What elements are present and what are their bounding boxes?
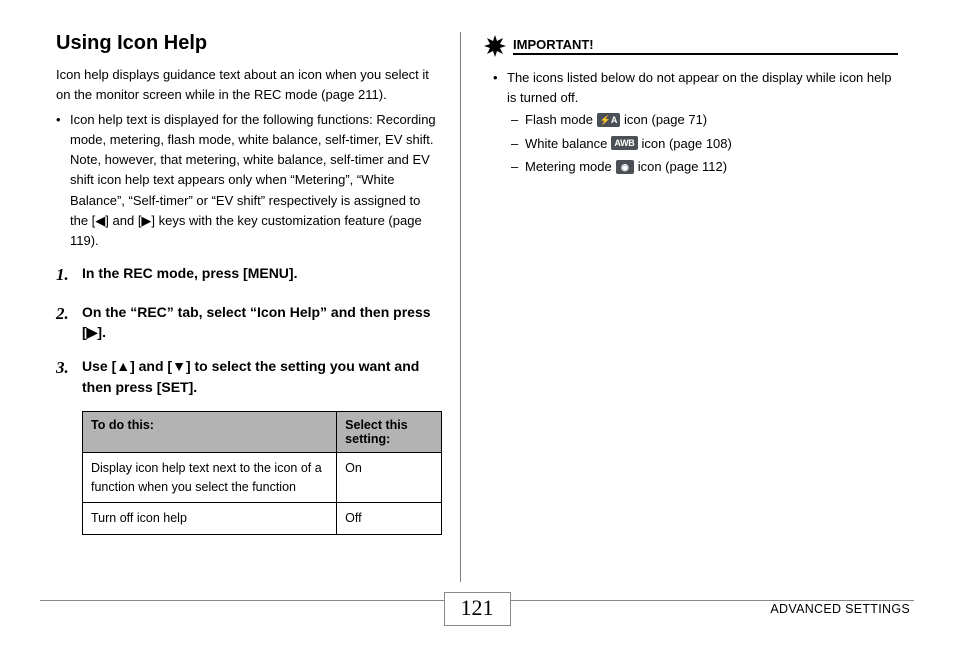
step-item: 3. Use [▲] and [▼] to select the setting… [56, 356, 442, 397]
step-text: Use [▲] and [▼] to select the setting yo… [82, 356, 442, 397]
list-item: – Flash mode ⚡A icon (page 71) [483, 108, 898, 131]
important-label: IMPORTANT! [513, 37, 898, 55]
step-text: On the “REC” tab, select “Icon Help” and… [82, 302, 442, 343]
bullet-item: • The icons listed below do not appear o… [483, 68, 898, 108]
item-ref: icon (page 108) [642, 132, 732, 155]
right-column: IMPORTANT! • The icons listed below do n… [461, 32, 938, 590]
important-header: IMPORTANT! [483, 34, 898, 58]
dash-icon: – [511, 108, 525, 131]
table-cell: Off [337, 503, 442, 535]
table-row: Display icon help text next to the icon … [83, 452, 442, 503]
table-header: To do this: [83, 411, 337, 452]
steps-list: 1. In the REC mode, press [MENU]. 2. On … [56, 263, 442, 397]
table-cell: Display icon help text next to the icon … [83, 452, 337, 503]
step-item: 2. On the “REC” tab, select “Icon Help” … [56, 302, 442, 343]
page-footer: 121 ADVANCED SETTINGS [0, 596, 954, 638]
bullet-dot: • [493, 68, 507, 108]
bullet-text: The icons listed below do not appear on … [507, 68, 898, 108]
item-ref: icon (page 71) [624, 108, 707, 131]
dash-icon: – [511, 155, 525, 178]
step-number: 2. [56, 302, 82, 343]
list-item: – White balance AWB icon (page 108) [483, 132, 898, 155]
bullet-dot: • [56, 110, 70, 251]
table-cell: Turn off icon help [83, 503, 337, 535]
page-title: Using Icon Help [56, 32, 442, 55]
table-cell: On [337, 452, 442, 503]
intro-text: Icon help displays guidance text about a… [56, 65, 442, 104]
section-label: ADVANCED SETTINGS [770, 602, 910, 616]
starburst-icon [483, 34, 507, 58]
list-item: – Metering mode ◉ icon (page 112) [483, 155, 898, 178]
table-row: Turn off icon help Off [83, 503, 442, 535]
white-balance-icon: AWB [611, 136, 637, 150]
step-text: In the REC mode, press [MENU]. [82, 263, 442, 288]
dash-icon: – [511, 132, 525, 155]
table-header-row: To do this: Select this setting: [83, 411, 442, 452]
page-number: 121 [444, 592, 511, 626]
bullet-text: Icon help text is displayed for the foll… [70, 110, 442, 251]
item-label: Flash mode [525, 108, 593, 131]
left-column: Using Icon Help Icon help displays guida… [56, 32, 460, 590]
item-ref: icon (page 112) [638, 155, 727, 178]
table-header: Select this setting: [337, 411, 442, 452]
step-number: 1. [56, 263, 82, 288]
flash-mode-icon: ⚡A [597, 113, 620, 127]
page-body: Using Icon Help Icon help displays guida… [0, 0, 954, 590]
step-item: 1. In the REC mode, press [MENU]. [56, 263, 442, 288]
bullet-item: • Icon help text is displayed for the fo… [56, 110, 442, 251]
settings-table: To do this: Select this setting: Display… [82, 411, 442, 535]
item-label: White balance [525, 132, 607, 155]
metering-mode-icon: ◉ [616, 160, 634, 174]
step-number: 3. [56, 356, 82, 397]
item-label: Metering mode [525, 155, 612, 178]
